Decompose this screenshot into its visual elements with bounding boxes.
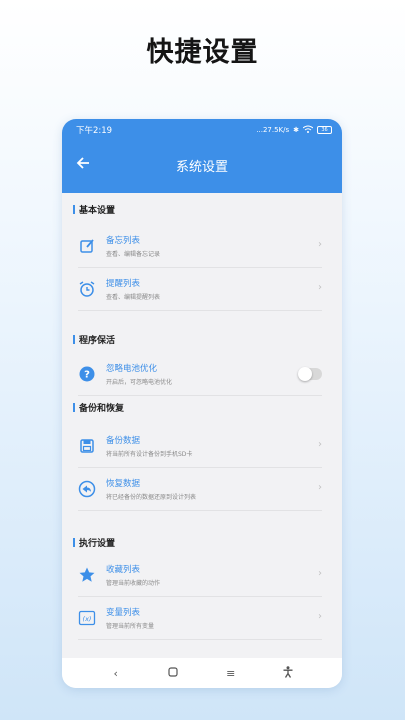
chevron-right-icon: › [318, 282, 322, 293]
section-header-backup: 备份和恢复 [73, 401, 124, 414]
settings-item-memo-list[interactable]: 备忘列表 查看、编辑备忘记录 › [62, 225, 342, 268]
divider [78, 510, 322, 511]
promo-title: 快捷设置 [146, 37, 259, 68]
item-label: 恢复数据 [106, 479, 141, 489]
section-title: 备份和恢复 [79, 404, 125, 414]
section-header-keepalive: 程序保活 [73, 333, 115, 346]
chevron-right-icon: › [318, 482, 322, 493]
chevron-right-icon: › [318, 611, 322, 622]
star-icon [78, 566, 96, 584]
status-bar: 下午2:19 ...27.5K/s ✱ 36 [62, 119, 342, 140]
settings-item-variables[interactable]: (x) 变量列表 管理当前所有变量 › [62, 597, 342, 640]
restore-icon [78, 480, 96, 498]
section-accent-bar [73, 205, 75, 214]
divider [78, 639, 322, 640]
item-subtitle: 将当前所有设计备份到手机SD卡 [106, 451, 193, 458]
settings-item-reminder-list[interactable]: 提醒列表 查看、编辑提醒列表 › [62, 268, 342, 311]
chevron-right-icon: › [318, 568, 322, 579]
status-right: ...27.5K/s ✱ 36 [256, 125, 332, 135]
settings-item-favorites[interactable]: 收藏列表 管理当前收藏的动作 › [62, 554, 342, 597]
item-label: 提醒列表 [106, 279, 141, 289]
item-label: 备份数据 [106, 436, 141, 446]
edit-note-icon [78, 237, 96, 255]
settings-item-backup-data[interactable]: 备份数据 将当前所有设计备份到手机SD卡 › [62, 425, 342, 468]
toggle-knob [298, 367, 312, 381]
help-circle-icon: ? [78, 365, 96, 383]
nav-home-button[interactable] [163, 666, 183, 680]
bluetooth-icon: ✱ [293, 125, 299, 134]
item-subtitle: 查看、编辑提醒列表 [106, 294, 161, 301]
item-label: 忽略电池优化 [106, 364, 158, 374]
section-accent-bar [73, 538, 75, 547]
section-header-basic: 基本设置 [73, 203, 115, 216]
battery-optimization-toggle[interactable] [298, 367, 322, 381]
nav-back-button[interactable]: ‹ [106, 667, 126, 680]
item-label: 变量列表 [106, 608, 141, 618]
item-subtitle: 开启后，可忽略电池优化 [106, 379, 173, 386]
item-subtitle: 查看、编辑备忘记录 [106, 251, 161, 258]
item-label: 备忘列表 [106, 236, 141, 246]
settings-item-restore-data[interactable]: 恢复数据 将已经备份的数据还原到设计列表 › [62, 468, 342, 511]
app-bar: 系统设置 [62, 140, 342, 193]
item-subtitle: 管理当前所有变量 [106, 623, 155, 630]
network-speed: ...27.5K/s [256, 125, 290, 134]
item-subtitle: 管理当前收藏的动作 [106, 580, 161, 587]
nav-menu-button[interactable]: ≡ [221, 667, 241, 680]
chevron-right-icon: › [318, 239, 322, 250]
battery-icon: 36 [317, 125, 332, 134]
status-time: 下午2:19 [76, 125, 113, 136]
save-icon [78, 437, 96, 455]
svg-text:?: ? [84, 370, 90, 381]
section-accent-bar [73, 335, 75, 344]
section-title: 基本设置 [79, 206, 116, 216]
variable-icon: (x) [78, 609, 96, 627]
page-title: 系统设置 [175, 160, 228, 175]
phone-screen: 下午2:19 ...27.5K/s ✱ 36 系统设置 基本设置 备忘列表 查看… [62, 119, 342, 688]
system-nav-bar: ‹ ≡ [62, 658, 342, 688]
wifi-icon [302, 125, 314, 135]
item-label: 收藏列表 [106, 565, 141, 575]
section-header-execution: 执行设置 [73, 536, 115, 549]
section-title: 程序保活 [79, 336, 116, 346]
item-subtitle: 将已经备份的数据还原到设计列表 [106, 494, 197, 501]
chevron-right-icon: › [318, 439, 322, 450]
divider [78, 395, 322, 396]
section-title: 执行设置 [79, 539, 116, 549]
accessibility-icon[interactable] [278, 665, 298, 681]
divider [78, 310, 322, 311]
svg-text:(x): (x) [83, 615, 92, 623]
settings-item-ignore-battery[interactable]: ? 忽略电池优化 开启后，可忽略电池优化 [62, 353, 342, 396]
alarm-clock-icon [78, 280, 96, 298]
section-accent-bar [73, 403, 75, 412]
